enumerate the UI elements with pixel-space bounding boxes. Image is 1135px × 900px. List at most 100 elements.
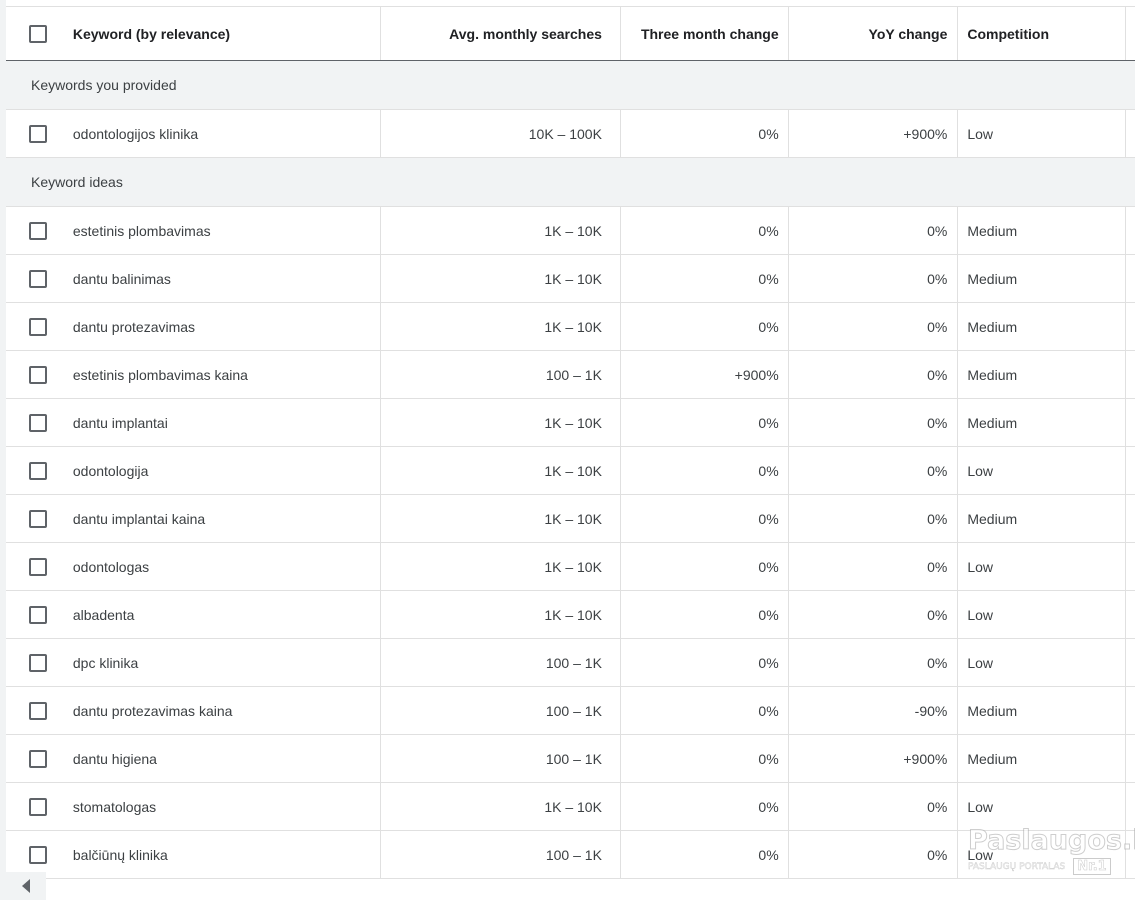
competition-cell: Medium — [958, 399, 1127, 446]
three-month-change-cell: 0% — [621, 783, 789, 830]
group-keyword-ideas: Keyword ideas — [6, 158, 1135, 207]
table-row[interactable]: dantu protezavimas 1K – 10K 0% 0% Medium — [6, 303, 1135, 351]
select-all-checkbox-icon[interactable] — [28, 24, 47, 43]
checkbox-icon[interactable] — [28, 317, 47, 336]
avg-monthly-searches-cell: 1K – 10K — [381, 207, 621, 254]
header-avg-monthly-searches[interactable]: Avg. monthly searches — [381, 7, 621, 60]
more-columns-cell — [1126, 591, 1135, 638]
row-checkbox-cell[interactable] — [6, 783, 72, 830]
row-checkbox-cell[interactable] — [6, 207, 72, 254]
row-checkbox-cell[interactable] — [6, 831, 72, 878]
checkbox-icon[interactable] — [28, 653, 47, 672]
row-checkbox-cell[interactable] — [6, 399, 72, 446]
yoy-change-cell: 0% — [789, 495, 959, 542]
competition-cell: Medium — [958, 255, 1127, 302]
competition-cell: Low — [958, 447, 1127, 494]
row-checkbox-cell[interactable] — [6, 639, 72, 686]
table-row[interactable]: odontologas 1K – 10K 0% 0% Low — [6, 543, 1135, 591]
row-checkbox-cell[interactable] — [6, 687, 72, 734]
table-row[interactable]: dpc klinika 100 – 1K 0% 0% Low — [6, 639, 1135, 687]
checkbox-icon[interactable] — [28, 269, 47, 288]
checkbox-icon[interactable] — [28, 124, 47, 143]
table-row[interactable]: odontologija 1K – 10K 0% 0% Low — [6, 447, 1135, 495]
table-row[interactable]: dantu protezavimas kaina 100 – 1K 0% -90% Me… — [6, 687, 1135, 735]
three-month-change-cell: 0% — [621, 207, 789, 254]
yoy-change-cell: 0% — [789, 783, 959, 830]
yoy-change-cell: 0% — [789, 207, 959, 254]
avg-monthly-searches-cell: 1K – 10K — [381, 447, 621, 494]
checkbox-icon[interactable] — [28, 461, 47, 480]
yoy-change-cell: 0% — [789, 303, 959, 350]
table-row[interactable]: odontologijos klinika 10K – 100K 0% +900% Lo… — [6, 110, 1135, 158]
header-yoy-change[interactable]: YoY change — [789, 7, 959, 60]
table-row[interactable]: dantu higiena 100 – 1K 0% +900% Medium — [6, 735, 1135, 783]
checkbox-icon[interactable] — [28, 701, 47, 720]
more-columns-cell — [1126, 255, 1135, 302]
checkbox-icon[interactable] — [28, 413, 47, 432]
three-month-change-cell: 0% — [621, 399, 789, 446]
group-keywords-provided: Keywords you provided — [6, 61, 1135, 110]
table-row[interactable]: estetinis plombavimas 1K – 10K 0% 0% Medium — [6, 207, 1135, 255]
row-checkbox-cell[interactable] — [6, 495, 72, 542]
avg-monthly-searches-cell: 1K – 10K — [381, 303, 621, 350]
yoy-change-cell: +900% — [789, 735, 959, 782]
row-checkbox-cell[interactable] — [6, 447, 72, 494]
row-checkbox-cell[interactable] — [6, 110, 72, 157]
header-keyword[interactable]: Keyword (by relevance) — [72, 7, 382, 60]
provided-rows: odontologijos klinika 10K – 100K 0% +900% Lo… — [6, 110, 1135, 158]
checkbox-icon[interactable] — [28, 845, 47, 864]
row-checkbox-cell[interactable] — [6, 303, 72, 350]
row-checkbox-cell[interactable] — [6, 735, 72, 782]
row-checkbox-cell[interactable] — [6, 255, 72, 302]
header-three-month-change[interactable]: Three month change — [621, 7, 789, 60]
checkbox-icon[interactable] — [28, 365, 47, 384]
three-month-change-cell: 0% — [621, 639, 789, 686]
more-columns-cell — [1126, 831, 1135, 878]
avg-monthly-searches-cell: 1K – 10K — [381, 495, 621, 542]
checkbox-icon[interactable] — [28, 797, 47, 816]
yoy-change-cell: 0% — [789, 591, 959, 638]
avg-monthly-searches-cell: 10K – 100K — [381, 110, 621, 157]
avg-monthly-searches-cell: 1K – 10K — [381, 591, 621, 638]
checkbox-icon[interactable] — [28, 749, 47, 768]
more-columns-cell — [1126, 447, 1135, 494]
row-checkbox-cell[interactable] — [6, 351, 72, 398]
checkbox-icon[interactable] — [28, 509, 47, 528]
row-checkbox-cell[interactable] — [6, 543, 72, 590]
table-row[interactable]: dantu balinimas 1K – 10K 0% 0% Medium — [6, 255, 1135, 303]
horizontal-scroll-left-button[interactable] — [6, 872, 46, 900]
keyword-cell: estetinis plombavimas — [72, 207, 382, 254]
competition-cell: Low — [958, 110, 1127, 157]
avg-monthly-searches-cell: 1K – 10K — [381, 399, 621, 446]
competition-cell: Medium — [958, 735, 1127, 782]
three-month-change-cell: 0% — [621, 303, 789, 350]
table-row[interactable]: albadenta 1K – 10K 0% 0% Low — [6, 591, 1135, 639]
avg-monthly-searches-cell: 100 – 1K — [381, 351, 621, 398]
avg-monthly-searches-cell: 1K – 10K — [381, 255, 621, 302]
competition-cell: Medium — [958, 495, 1127, 542]
yoy-change-cell: 0% — [789, 639, 959, 686]
yoy-change-cell: +900% — [789, 110, 959, 157]
three-month-change-cell: 0% — [621, 735, 789, 782]
checkbox-icon[interactable] — [28, 221, 47, 240]
three-month-change-cell: 0% — [621, 831, 789, 878]
three-month-change-cell: 0% — [621, 687, 789, 734]
table-row[interactable]: dantu implantai 1K – 10K 0% 0% Medium — [6, 399, 1135, 447]
row-checkbox-cell[interactable] — [6, 591, 72, 638]
keyword-planner-page: Keyword (by relevance) Avg. monthly sear… — [0, 0, 1135, 900]
table-row[interactable]: estetinis plombavimas kaina 100 – 1K +900%… — [6, 351, 1135, 399]
table-row[interactable]: balčiūnų klinika 100 – 1K 0% 0% Low — [6, 831, 1135, 879]
header-competition[interactable]: Competition — [958, 7, 1127, 60]
table-header-row: Keyword (by relevance) Avg. monthly sear… — [6, 6, 1135, 61]
header-select-all-cell[interactable] — [6, 7, 72, 60]
keyword-cell: dantu protezavimas — [72, 303, 382, 350]
checkbox-icon[interactable] — [28, 605, 47, 624]
checkbox-icon[interactable] — [28, 557, 47, 576]
three-month-change-cell: 0% — [621, 447, 789, 494]
avg-monthly-searches-cell: 1K – 10K — [381, 783, 621, 830]
table-row[interactable]: stomatologas 1K – 10K 0% 0% Low — [6, 783, 1135, 831]
table-row[interactable]: dantu implantai kaina 1K – 10K 0% 0% Medium — [6, 495, 1135, 543]
keyword-cell: dantu higiena — [72, 735, 382, 782]
competition-cell: Medium — [958, 303, 1127, 350]
keyword-cell: dpc klinika — [72, 639, 382, 686]
